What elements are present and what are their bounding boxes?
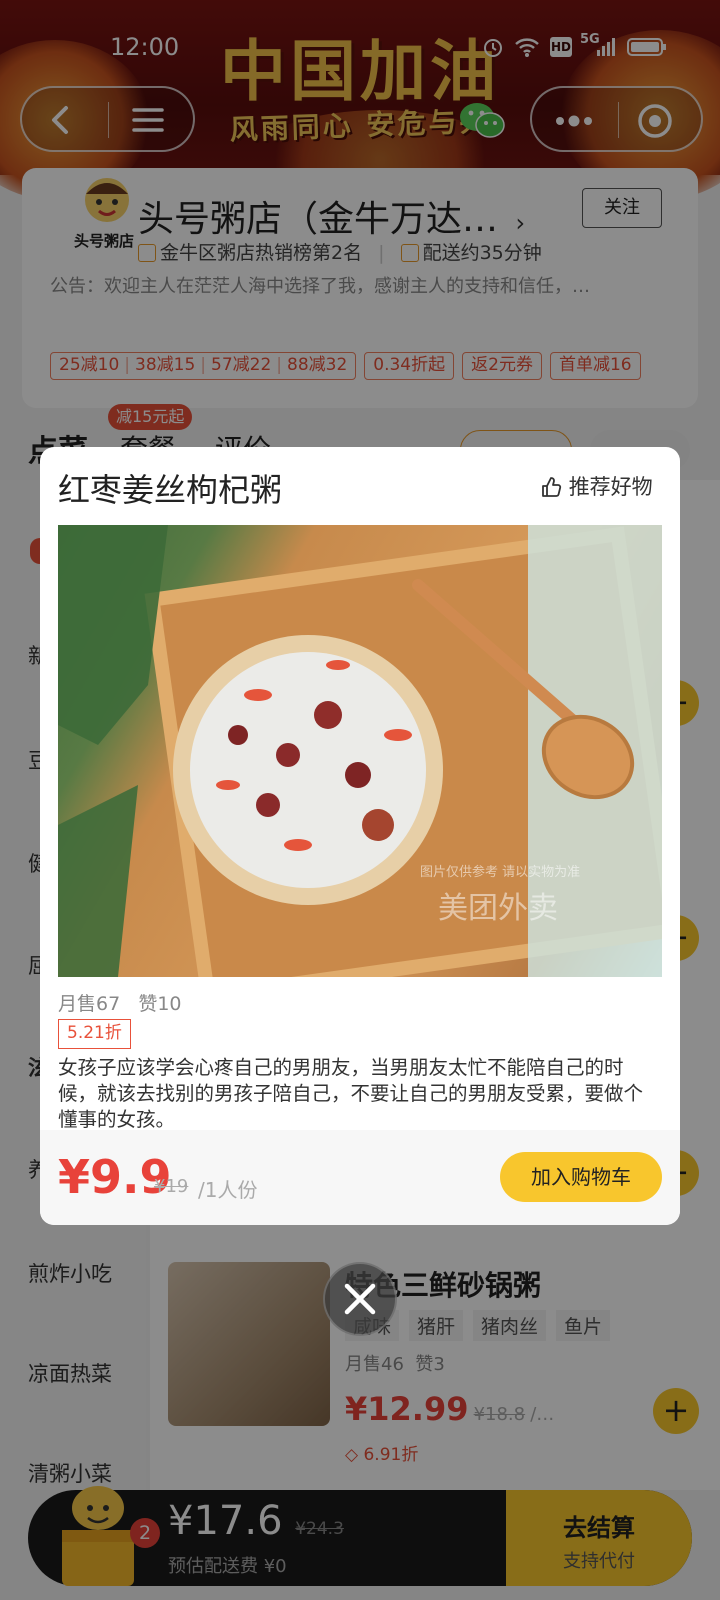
close-modal-button[interactable] [323,1262,397,1336]
modal-stats: 月售67 赞10 [58,989,182,1016]
product-photo[interactable]: 图片仅供参考 请以实物为准 美团外卖 [58,525,662,977]
discount-badge: 5.21折 [58,1019,131,1049]
recommend-button[interactable]: 推荐好物 [540,471,653,501]
modal-title: 红枣姜丝枸杞粥 [58,471,283,509]
product-description: 女孩子应该学会心疼自己的男朋友，当男朋友太忙不能陪自己的时候，就该去找别的男孩子… [58,1056,644,1131]
thumbs-up-icon [542,477,562,497]
product-detail-modal: 红枣姜丝枸杞粥 推荐好物 图片仅供参考 请以实物为准 美团外卖 月售67 赞10… [40,447,680,1225]
photo-watermark: 图片仅供参考 请以实物为准 [420,865,581,880]
close-icon [344,1283,376,1315]
modal-footer: ¥9.9 ¥19 /1人份 加入购物车 [40,1130,680,1225]
monthly-sales: 月售67 [58,993,121,1015]
brand-watermark: 美团外卖 [438,891,558,926]
add-to-cart-button[interactable]: 加入购物车 [500,1152,662,1202]
recommend-label: 推荐好物 [568,475,653,499]
likes: 赞10 [138,993,182,1015]
product-unit: /1人份 [198,1178,258,1202]
product-original-price: ¥19 [154,1176,189,1197]
